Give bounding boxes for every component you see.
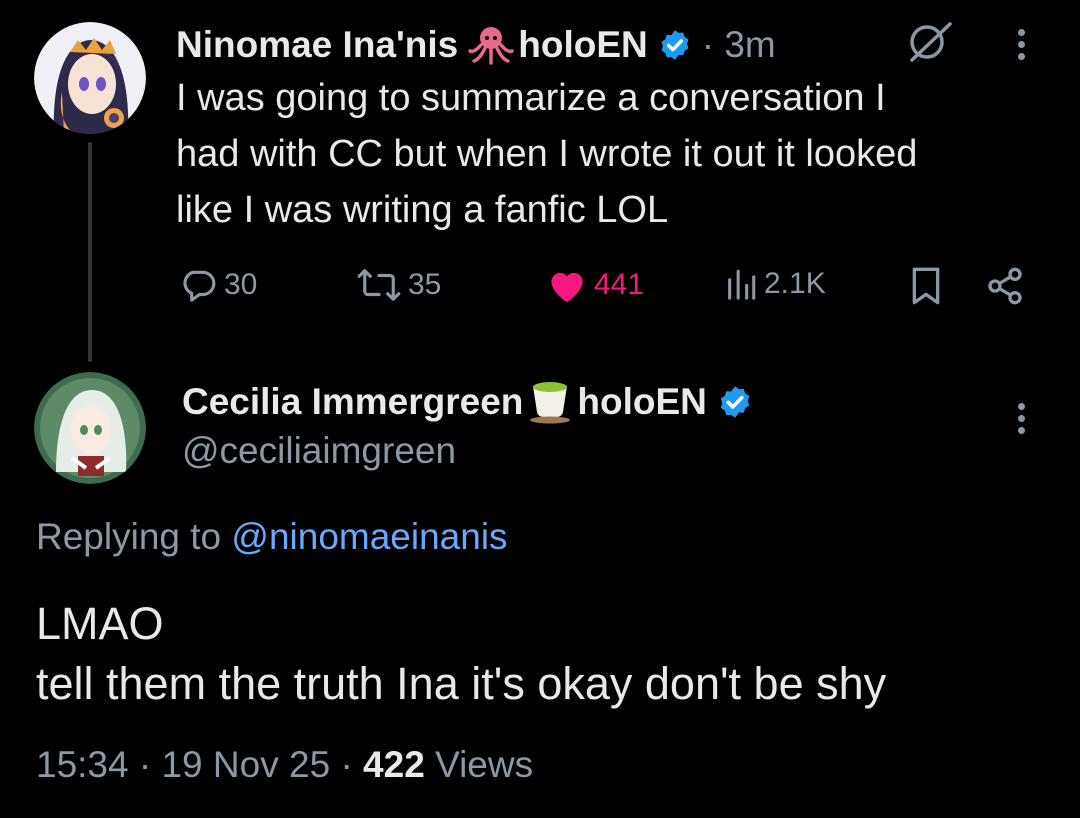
repost-icon bbox=[357, 269, 401, 301]
post-time[interactable]: 15:34 bbox=[36, 744, 129, 785]
tweet1-body: I was going to summarize a conversation … bbox=[176, 70, 1056, 238]
repost-count: 35 bbox=[408, 268, 442, 301]
mention-link[interactable]: @ninomaeinanis bbox=[231, 516, 507, 557]
avatar-ninomae[interactable] bbox=[34, 22, 146, 134]
avatar-image bbox=[34, 372, 146, 484]
views-count: 422 bbox=[363, 744, 425, 785]
more-icon[interactable] bbox=[1018, 398, 1025, 439]
reply-count: 30 bbox=[224, 268, 258, 301]
like-icon bbox=[551, 272, 583, 303]
name-suffix: holoEN bbox=[577, 381, 707, 422]
replying-prefix: Replying to bbox=[36, 516, 222, 557]
tweet-line: LMAO bbox=[36, 598, 164, 649]
post-date[interactable]: 19 Nov 25 bbox=[161, 744, 330, 785]
bookmark-icon[interactable] bbox=[908, 266, 944, 311]
tweet-line: like I was writing a fanfic LOL bbox=[176, 189, 669, 231]
repost-button[interactable]: 35 bbox=[356, 266, 441, 304]
tweet-meta: 15:34 · 19 Nov 25 · 422 Views bbox=[36, 744, 534, 785]
octopus-icon bbox=[468, 25, 515, 65]
tea-cup-icon bbox=[527, 380, 573, 424]
like-button[interactable]: 441 bbox=[546, 266, 644, 304]
user-handle[interactable]: @ceciliaimgreen bbox=[182, 430, 456, 472]
replying-to-line: Replying to @ninomaeinanis bbox=[36, 516, 508, 558]
tweet1-header: Ninomae Ina'nis holoEN · 3m bbox=[176, 22, 776, 68]
views-count: 2.1K bbox=[764, 267, 826, 300]
tweet-line: tell them the truth Ina it's okay don't … bbox=[36, 658, 887, 709]
reply-icon bbox=[183, 270, 216, 302]
avatar-image bbox=[34, 22, 146, 134]
views-icon bbox=[728, 269, 756, 300]
thread-connector-line bbox=[88, 142, 92, 362]
tweet-line: had with CC but when I wrote it out it l… bbox=[176, 133, 918, 175]
tweet2-body: LMAO tell them the truth Ina it's okay d… bbox=[36, 594, 1066, 714]
tweet-time[interactable]: · 3m bbox=[702, 24, 776, 66]
tweet2-header: Cecilia Immergreen holoEN bbox=[182, 378, 753, 426]
share-icon[interactable] bbox=[984, 266, 1026, 311]
avatar-cecilia[interactable] bbox=[34, 372, 146, 484]
grok-icon[interactable] bbox=[904, 16, 954, 71]
display-name[interactable]: Cecilia Immergreen bbox=[182, 381, 523, 423]
verified-icon bbox=[658, 28, 692, 62]
like-count: 441 bbox=[594, 268, 645, 301]
more-icon[interactable] bbox=[1018, 24, 1025, 65]
name-suffix: holoEN bbox=[518, 24, 648, 65]
display-name[interactable]: Ninomae Ina'nis bbox=[176, 24, 458, 66]
tweet-line: I was going to summarize a conversation … bbox=[176, 77, 886, 119]
views-label: Views bbox=[435, 744, 534, 785]
views-button[interactable]: 2.1K bbox=[724, 266, 826, 302]
reply-button[interactable]: 30 bbox=[178, 266, 257, 304]
verified-icon bbox=[717, 384, 753, 420]
